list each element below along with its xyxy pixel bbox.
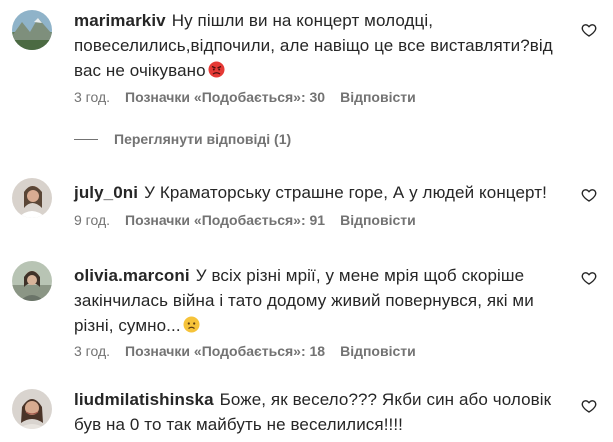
comment-username[interactable]: july_0ni: [74, 183, 138, 202]
avatar[interactable]: [12, 389, 52, 429]
comment-body: marimarkiv Ну пішли ви на концерт молодці…: [74, 8, 574, 83]
view-replies-label: Переглянути відповіді (1): [114, 131, 292, 147]
comment-body: olivia.marconi У всіх різні мрії, у мене …: [74, 263, 574, 338]
avatar[interactable]: [12, 261, 52, 301]
avatar[interactable]: [12, 10, 52, 50]
avatar[interactable]: [12, 178, 52, 218]
like-heart-icon[interactable]: [581, 398, 597, 414]
reply-button[interactable]: Відповісти: [340, 343, 416, 359]
angry-face-icon: [208, 60, 225, 78]
sad-face-icon: [183, 315, 200, 333]
comment-text: У Краматорську страшне горе, А у людей к…: [144, 183, 547, 202]
like-heart-icon[interactable]: [581, 22, 597, 38]
likes-count[interactable]: Позначки «Подобається»: 91: [125, 212, 325, 228]
view-replies-button[interactable]: Переглянути відповіді (1): [74, 128, 291, 150]
reply-button[interactable]: Відповісти: [340, 212, 416, 228]
comment-time[interactable]: 3 год.: [74, 89, 110, 105]
comment-time[interactable]: 3 год.: [74, 343, 110, 359]
comment-username[interactable]: liudmilatishinska: [74, 390, 214, 409]
like-heart-icon[interactable]: [581, 187, 597, 203]
reply-button[interactable]: Відповісти: [340, 89, 416, 105]
likes-count[interactable]: Позначки «Подобається»: 30: [125, 89, 325, 105]
comment-meta: 9 год. Позначки «Подобається»: 91 Відпов…: [74, 212, 431, 228]
comment-username[interactable]: marimarkiv: [74, 11, 166, 30]
divider-line: [74, 138, 98, 140]
comment-time[interactable]: 9 год.: [74, 212, 110, 228]
comment-meta: 3 год. Позначки «Подобається»: 30 Відпов…: [74, 89, 431, 105]
comment-username[interactable]: olivia.marconi: [74, 266, 190, 285]
likes-count[interactable]: Позначки «Подобається»: 18: [125, 343, 325, 359]
comment-body: july_0ni У Краматорську страшне горе, А у…: [74, 180, 574, 205]
like-heart-icon[interactable]: [581, 270, 597, 286]
comment-body: liudmilatishinska Боже, як весело??? Якби…: [74, 387, 574, 437]
comment-meta: 3 год. Позначки «Подобається»: 18 Відпов…: [74, 343, 431, 359]
